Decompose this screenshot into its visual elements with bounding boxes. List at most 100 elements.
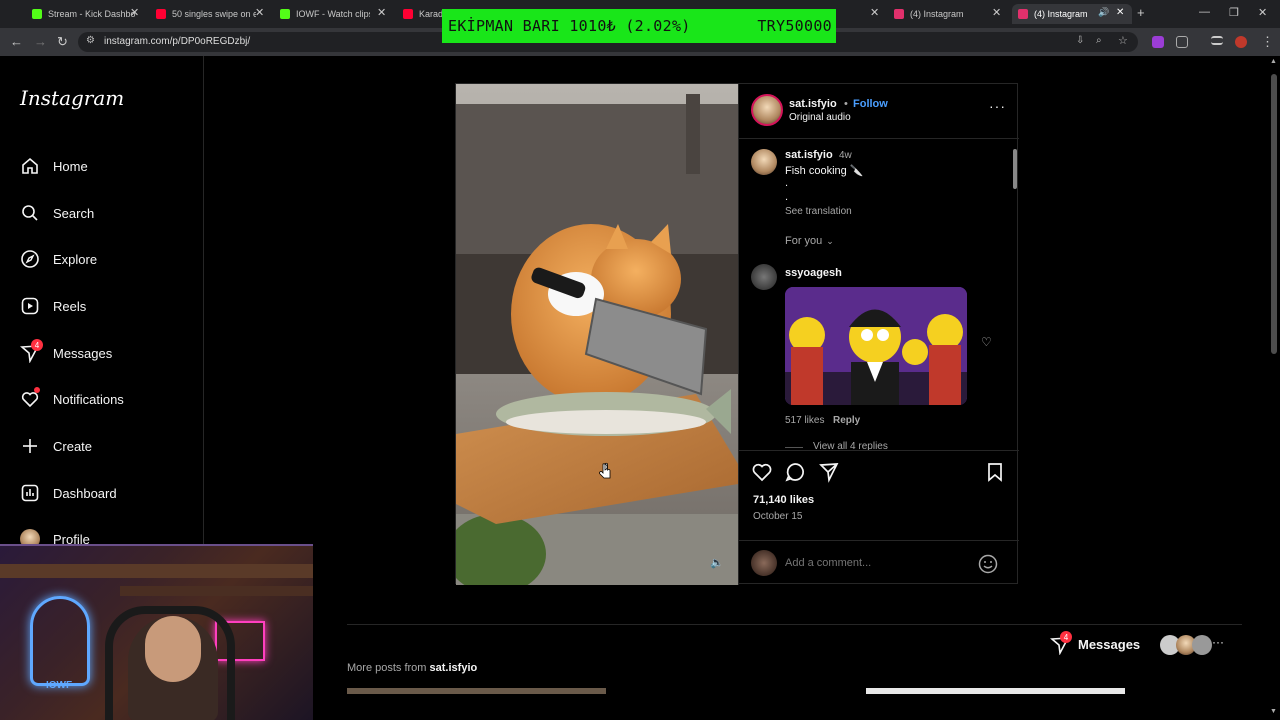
scrollbar-thumb[interactable] xyxy=(1013,149,1017,189)
sidebar-item-search[interactable]: Search xyxy=(20,201,94,225)
follow-button[interactable]: Follow xyxy=(853,98,888,110)
sidebar-item-label: Dashboard xyxy=(53,485,117,501)
audio-label[interactable]: Original audio xyxy=(789,112,851,123)
more-posts-username[interactable]: sat.isfyio xyxy=(430,662,478,674)
sidebar-item-label: Home xyxy=(53,158,88,174)
chevron-down-icon: ⌄ xyxy=(826,235,834,246)
comment-icon[interactable] xyxy=(784,461,806,483)
sidebar-item-explore[interactable]: Explore xyxy=(20,247,97,271)
sidebar-item-messages[interactable]: 4 Messages xyxy=(20,339,113,365)
mouse-cursor-icon xyxy=(599,462,611,479)
comment-username[interactable]: ssyoagesh xyxy=(785,267,842,279)
sidebar-item-home[interactable]: Home xyxy=(20,154,88,178)
share-icon[interactable] xyxy=(818,461,840,483)
sidebar-item-dashboard[interactable]: Dashboard xyxy=(20,481,117,505)
sidebar-item-label: Notifications xyxy=(53,391,124,407)
close-icon[interactable]: ✕ xyxy=(255,6,264,19)
replies-line xyxy=(785,447,803,448)
post-thumbnail[interactable] xyxy=(866,688,1125,694)
more-options-icon[interactable]: ··· xyxy=(989,98,1006,114)
browser-tab[interactable]: 50 singles swipe on e xyxy=(156,4,256,24)
close-icon[interactable]: ✕ xyxy=(377,6,386,19)
sidebar-item-create[interactable]: Create xyxy=(20,434,92,458)
browser-tab-active[interactable]: (4) Instagram 🔊 ✕ xyxy=(1012,4,1132,24)
browser-tab[interactable]: Karade xyxy=(403,4,443,24)
author-avatar[interactable] xyxy=(751,94,783,126)
scroll-up-icon[interactable]: ▲ xyxy=(1270,58,1277,65)
more-posts-heading: More posts from sat.isfyio xyxy=(347,662,477,674)
add-comment-input[interactable] xyxy=(785,553,965,573)
back-icon[interactable]: ← xyxy=(10,34,23,49)
url-text: instagram.com/p/DP0oREGDzbj/ xyxy=(104,36,251,47)
scroll-down-icon[interactable]: ▼ xyxy=(1270,708,1277,715)
close-icon[interactable]: ✕ xyxy=(870,6,879,19)
tab-title: Karade xyxy=(419,9,443,19)
caption-username[interactable]: sat.isfyio xyxy=(785,149,833,161)
post-thumbnail[interactable] xyxy=(347,688,606,694)
comments-section: sat.isfyio 4w Fish cooking 🔪 . . See tra… xyxy=(739,138,1019,450)
comment-likes[interactable]: 517 likes xyxy=(785,415,824,426)
media-control-icon[interactable] xyxy=(1211,36,1223,45)
see-translation-link[interactable]: See translation xyxy=(785,206,852,217)
page-scrollbar[interactable]: ▲ ▼ xyxy=(1268,56,1280,720)
close-icon[interactable]: ✕ xyxy=(130,6,139,19)
emoji-icon[interactable] xyxy=(977,553,999,575)
close-icon[interactable]: ✕ xyxy=(992,6,1001,19)
post-header: sat.isfyio • Follow Original audio ··· xyxy=(739,84,1019,138)
sidebar-item-label: Messages xyxy=(53,345,113,361)
notification-dot xyxy=(34,387,40,393)
bookmark-icon[interactable] xyxy=(984,461,1006,483)
speaker-icon[interactable]: 🔊 xyxy=(1098,7,1109,18)
bookmark-star-icon[interactable]: ☆ xyxy=(1118,34,1128,47)
comment-gif[interactable] xyxy=(785,287,967,405)
search-icon xyxy=(20,203,40,223)
extension-icon[interactable] xyxy=(1152,36,1164,48)
my-avatar xyxy=(751,550,777,576)
close-window-icon[interactable]: ✕ xyxy=(1258,6,1267,19)
streamer-webcam: IOWF xyxy=(0,544,313,720)
browser-tab[interactable]: IOWF - Watch clips on xyxy=(280,4,370,24)
webcam-watermark: IOWF xyxy=(46,680,73,691)
browser-tab[interactable]: (4) Instagram xyxy=(894,4,1004,24)
extensions-puzzle-icon[interactable] xyxy=(1176,36,1188,48)
minimize-icon[interactable]: — xyxy=(1199,6,1210,18)
comments-scrollbar[interactable] xyxy=(1011,139,1019,450)
author-avatar[interactable] xyxy=(751,149,777,175)
scrollbar-thumb[interactable] xyxy=(1271,74,1277,354)
post-side-panel: sat.isfyio • Follow Original audio ··· s… xyxy=(738,84,1019,585)
install-app-icon[interactable]: ⇩ xyxy=(1076,35,1084,46)
like-comment-icon[interactable]: ♡ xyxy=(981,335,992,349)
commenter-avatar[interactable] xyxy=(751,264,777,290)
new-tab-icon[interactable]: + xyxy=(1137,5,1145,20)
sidebar-item-notifications[interactable]: Notifications xyxy=(20,387,124,411)
goal-target-text: TRY50000 xyxy=(757,17,832,35)
heart-icon xyxy=(20,387,40,409)
reply-button[interactable]: Reply xyxy=(833,415,860,426)
reload-icon[interactable]: ↻ xyxy=(57,34,68,50)
tab-title: IOWF - Watch clips on xyxy=(296,9,370,19)
author-username[interactable]: sat.isfyio xyxy=(789,98,837,110)
view-replies-link[interactable]: View all 4 replies xyxy=(813,441,888,450)
plus-icon xyxy=(20,436,40,456)
forward-icon[interactable]: → xyxy=(34,34,47,49)
instagram-logo[interactable]: Instagram xyxy=(20,86,124,110)
post-actions: 71,140 likes October 15 xyxy=(739,450,1019,540)
sidebar-item-reels[interactable]: Reels xyxy=(20,294,86,318)
likes-count[interactable]: 71,140 likes xyxy=(753,494,814,506)
filter-label: For you xyxy=(785,235,823,247)
zoom-icon[interactable]: ⌕ xyxy=(1096,35,1102,46)
bookshelf xyxy=(120,586,313,596)
messages-floating-button[interactable]: 4 Messages ··· xyxy=(1040,625,1232,665)
donation-goal-bar: EKİPMAN BARI 1010₺ (2.02%) TRY50000 xyxy=(442,9,836,43)
browser-menu-icon[interactable]: ⋮ xyxy=(1261,34,1274,50)
like-icon[interactable] xyxy=(751,461,773,483)
kick-icon xyxy=(280,9,290,19)
more-icon: ··· xyxy=(1212,635,1224,649)
comment-filter-dropdown[interactable]: For you ⌄ xyxy=(785,235,834,247)
mute-icon[interactable]: 🔈 xyxy=(710,556,724,569)
restore-icon[interactable]: ❐ xyxy=(1229,6,1239,19)
post-video[interactable]: 🔈 xyxy=(456,84,738,585)
close-icon[interactable]: ✕ xyxy=(1116,7,1124,18)
profile-avatar-icon[interactable] xyxy=(1235,36,1247,48)
site-info-icon[interactable]: ⚙ xyxy=(86,35,95,46)
